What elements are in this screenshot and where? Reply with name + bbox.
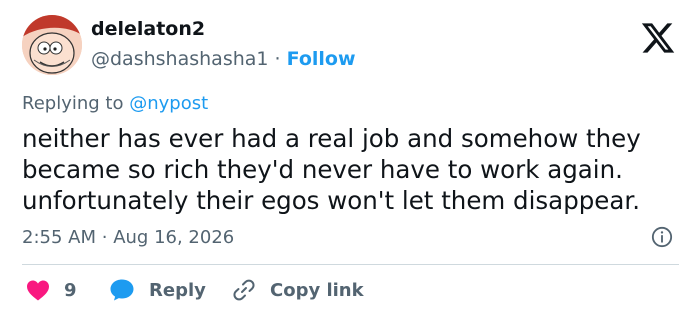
- avatar[interactable]: [22, 15, 82, 75]
- handle-separator: ·: [274, 48, 281, 70]
- copy-link-button[interactable]: Copy link: [232, 275, 364, 305]
- tweet-text: neither has ever had a real job and some…: [22, 123, 682, 216]
- replying-to-mention[interactable]: @nypost: [129, 93, 208, 114]
- timestamp-separator: ·: [101, 227, 108, 248]
- link-icon: [233, 279, 255, 301]
- speech-bubble-icon: [110, 279, 134, 301]
- tweet-text-line: neither has ever had a real job and some…: [22, 124, 641, 153]
- tweet-text-line: unfortunately their egos won't let them …: [22, 186, 640, 215]
- avatar-image: [22, 15, 82, 75]
- author-display-name[interactable]: delelaton2: [91, 18, 205, 40]
- reply-button[interactable]: Reply: [109, 275, 206, 305]
- author-handle-row: @dashshashasha1 · Follow: [91, 48, 356, 70]
- tweet-text-line: became so rich they'd never have to work…: [22, 155, 623, 184]
- copy-link-label: Copy link: [270, 279, 364, 301]
- follow-button[interactable]: Follow: [287, 48, 356, 70]
- replying-to: Replying to @nypost: [22, 93, 208, 114]
- author-handle[interactable]: @dashshashasha1: [91, 48, 269, 70]
- like-count: 9: [64, 279, 77, 301]
- replying-to-prefix: Replying to: [22, 93, 124, 114]
- divider: [22, 264, 679, 265]
- info-icon[interactable]: [651, 226, 673, 248]
- timestamp-date: Aug 16, 2026: [113, 227, 235, 248]
- timestamp-time: 2:55 AM: [22, 227, 96, 248]
- heart-icon: [27, 280, 49, 301]
- timestamp[interactable]: 2:55 AM · Aug 16, 2026: [22, 227, 234, 248]
- x-logo-icon[interactable]: [638, 20, 678, 56]
- like-button[interactable]: 9: [26, 275, 77, 305]
- reply-label: Reply: [149, 279, 206, 301]
